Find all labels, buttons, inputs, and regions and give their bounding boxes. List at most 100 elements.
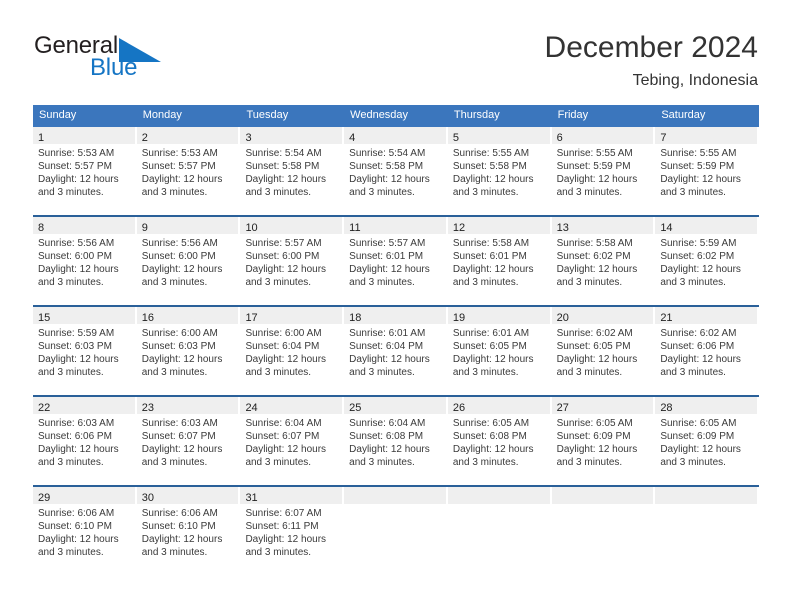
daylight-text-line2: and 3 minutes. [141,277,208,288]
daylight-text-line1: Daylight: 12 hours [452,174,534,185]
day-number: 21 [660,312,673,324]
sunrise-text: Sunrise: 5:54 AM [349,148,426,159]
daylight-text-line2: and 3 minutes. [245,547,312,558]
day-number-band: 28 [655,397,758,414]
day-cell[interactable]: 2 Sunrise: 5:53 AM Sunset: 5:57 PM Dayli… [136,127,241,209]
day-number: 4 [349,132,356,144]
daylight-text-line1: Daylight: 12 hours [245,354,327,365]
calendar-week-row: 15 Sunrise: 5:59 AM Sunset: 6:03 PM Dayl… [33,305,759,389]
day-cell[interactable]: 12 Sunrise: 5:58 AM Sunset: 6:01 PM Dayl… [447,217,552,299]
sunrise-text: Sunrise: 5:59 AM [660,238,737,249]
logo[interactable]: General Blue [34,33,264,81]
daylight-text-line1: Daylight: 12 hours [38,444,119,455]
sunrise-text: Sunrise: 5:54 AM [245,148,322,159]
day-cell[interactable]: 24 Sunrise: 6:04 AM Sunset: 6:07 PM Dayl… [240,397,344,479]
day-cell[interactable]: 29 Sunrise: 6:06 AM Sunset: 6:10 PM Dayl… [33,487,137,569]
day-number-band: 3 [240,127,343,144]
day-cell[interactable]: 30 Sunrise: 6:06 AM Sunset: 6:10 PM Dayl… [136,487,241,569]
sunset-text: Sunset: 6:05 PM [556,341,631,352]
sunset-text: Sunset: 5:58 PM [452,161,527,172]
day-cell[interactable]: 22 Sunrise: 6:03 AM Sunset: 6:06 PM Dayl… [33,397,137,479]
daylight-text-line1: Daylight: 12 hours [245,444,327,455]
day-number: 3 [245,132,252,144]
daylight-text-line2: and 3 minutes. [349,187,415,198]
sunrise-text: Sunrise: 6:00 AM [245,328,322,339]
day-cell[interactable]: 20 Sunrise: 6:02 AM Sunset: 6:05 PM Dayl… [551,307,656,389]
day-details: Sunrise: 6:02 AM Sunset: 6:05 PM Dayligh… [552,324,656,389]
day-cell[interactable]: 4 Sunrise: 5:54 AM Sunset: 5:58 PM Dayli… [344,127,448,209]
daylight-text-line1: Daylight: 12 hours [245,174,327,185]
day-cell[interactable]: 18 Sunrise: 6:01 AM Sunset: 6:04 PM Dayl… [344,307,448,389]
day-cell[interactable]: 16 Sunrise: 6:00 AM Sunset: 6:03 PM Dayl… [136,307,241,389]
sunrise-text: Sunrise: 6:01 AM [452,328,530,339]
day-cell[interactable]: 26 Sunrise: 6:05 AM Sunset: 6:08 PM Dayl… [447,397,552,479]
daylight-text-line2: and 3 minutes. [349,367,415,378]
sunset-text: Sunset: 5:57 PM [38,161,112,172]
day-details: Sunrise: 6:07 AM Sunset: 6:11 PM Dayligh… [240,504,344,569]
daylight-text-line1: Daylight: 12 hours [452,354,534,365]
sunset-text: Sunset: 6:06 PM [660,341,735,352]
daylight-text-line1: Daylight: 12 hours [38,264,119,275]
sunrise-text: Sunrise: 5:58 AM [452,238,530,249]
day-cell[interactable]: 8 Sunrise: 5:56 AM Sunset: 6:00 PM Dayli… [33,217,137,299]
day-number-band [447,487,550,504]
sunrise-text: Sunrise: 5:57 AM [245,238,322,249]
day-cell[interactable]: 15 Sunrise: 5:59 AM Sunset: 6:03 PM Dayl… [33,307,137,389]
day-cell[interactable]: 14 Sunrise: 5:59 AM Sunset: 6:02 PM Dayl… [655,217,759,299]
day-number-band: 12 [447,217,550,234]
daylight-text-line1: Daylight: 12 hours [452,264,534,275]
daylight-text-line1: Daylight: 12 hours [556,174,638,185]
day-cell[interactable]: 13 Sunrise: 5:58 AM Sunset: 6:02 PM Dayl… [551,217,656,299]
day-cell[interactable]: 3 Sunrise: 5:54 AM Sunset: 5:58 PM Dayli… [240,127,344,209]
daylight-text-line2: and 3 minutes. [245,457,312,468]
day-details: Sunrise: 6:06 AM Sunset: 6:10 PM Dayligh… [137,504,241,569]
daylight-text-line1: Daylight: 12 hours [38,534,119,545]
day-details: Sunrise: 5:55 AM Sunset: 5:58 PM Dayligh… [448,144,552,209]
day-cell[interactable]: 6 Sunrise: 5:55 AM Sunset: 5:59 PM Dayli… [551,127,656,209]
day-cell[interactable]: 5 Sunrise: 5:55 AM Sunset: 5:58 PM Dayli… [447,127,552,209]
day-number-band [551,487,654,504]
day-cell[interactable]: 27 Sunrise: 6:05 AM Sunset: 6:09 PM Dayl… [551,397,656,479]
day-details: Sunrise: 5:57 AM Sunset: 6:00 PM Dayligh… [240,234,344,299]
daylight-text-line1: Daylight: 12 hours [141,444,223,455]
day-number-band: 23 [136,397,239,414]
day-cell-empty [447,487,552,569]
sunset-text: Sunset: 5:59 PM [660,161,735,172]
daylight-text-line2: and 3 minutes. [452,187,519,198]
day-number: 8 [38,222,45,234]
day-details: Sunrise: 5:58 AM Sunset: 6:02 PM Dayligh… [552,234,656,299]
day-details: Sunrise: 6:00 AM Sunset: 6:04 PM Dayligh… [240,324,344,389]
sunset-text: Sunset: 6:00 PM [38,251,112,262]
logo-text-blue: Blue [90,54,138,81]
day-cell[interactable]: 25 Sunrise: 6:04 AM Sunset: 6:08 PM Dayl… [344,397,448,479]
day-cell[interactable]: 23 Sunrise: 6:03 AM Sunset: 6:07 PM Dayl… [136,397,241,479]
sunset-text: Sunset: 6:11 PM [245,521,319,532]
day-number: 10 [245,222,258,234]
day-cell[interactable]: 11 Sunrise: 5:57 AM Sunset: 6:01 PM Dayl… [344,217,448,299]
day-cell[interactable]: 9 Sunrise: 5:56 AM Sunset: 6:00 PM Dayli… [136,217,241,299]
day-cell[interactable]: 28 Sunrise: 6:05 AM Sunset: 6:09 PM Dayl… [655,397,759,479]
weekday-header-saturday: Saturday [661,109,706,121]
day-cell[interactable]: 19 Sunrise: 6:01 AM Sunset: 6:05 PM Dayl… [447,307,552,389]
day-details: Sunrise: 6:01 AM Sunset: 6:05 PM Dayligh… [448,324,552,389]
day-cell[interactable]: 7 Sunrise: 5:55 AM Sunset: 5:59 PM Dayli… [655,127,759,209]
day-cell[interactable]: 21 Sunrise: 6:02 AM Sunset: 6:06 PM Dayl… [655,307,759,389]
day-details: Sunrise: 6:01 AM Sunset: 6:04 PM Dayligh… [344,324,448,389]
day-number: 12 [452,222,466,234]
sunset-text: Sunset: 6:00 PM [141,251,216,262]
day-cell[interactable]: 10 Sunrise: 5:57 AM Sunset: 6:00 PM Dayl… [240,217,344,299]
daylight-text-line2: and 3 minutes. [245,187,312,198]
daylight-text-line2: and 3 minutes. [660,457,726,468]
day-details: Sunrise: 5:53 AM Sunset: 5:57 PM Dayligh… [33,144,137,209]
day-cell[interactable]: 31 Sunrise: 6:07 AM Sunset: 6:11 PM Dayl… [240,487,344,569]
day-cell[interactable]: 1 Sunrise: 5:53 AM Sunset: 5:57 PM Dayli… [33,127,137,209]
day-number: 23 [141,402,154,414]
day-cell[interactable]: 17 Sunrise: 6:00 AM Sunset: 6:04 PM Dayl… [240,307,344,389]
day-cell-empty [344,487,448,569]
day-details [344,504,448,569]
sunset-text: Sunset: 5:57 PM [141,161,216,172]
sunset-text: Sunset: 6:10 PM [38,521,112,532]
day-number-band: 31 [240,487,343,504]
title-block: December 2024 Tebing, Indonesia [545,30,758,90]
daylight-text-line2: and 3 minutes. [245,277,312,288]
